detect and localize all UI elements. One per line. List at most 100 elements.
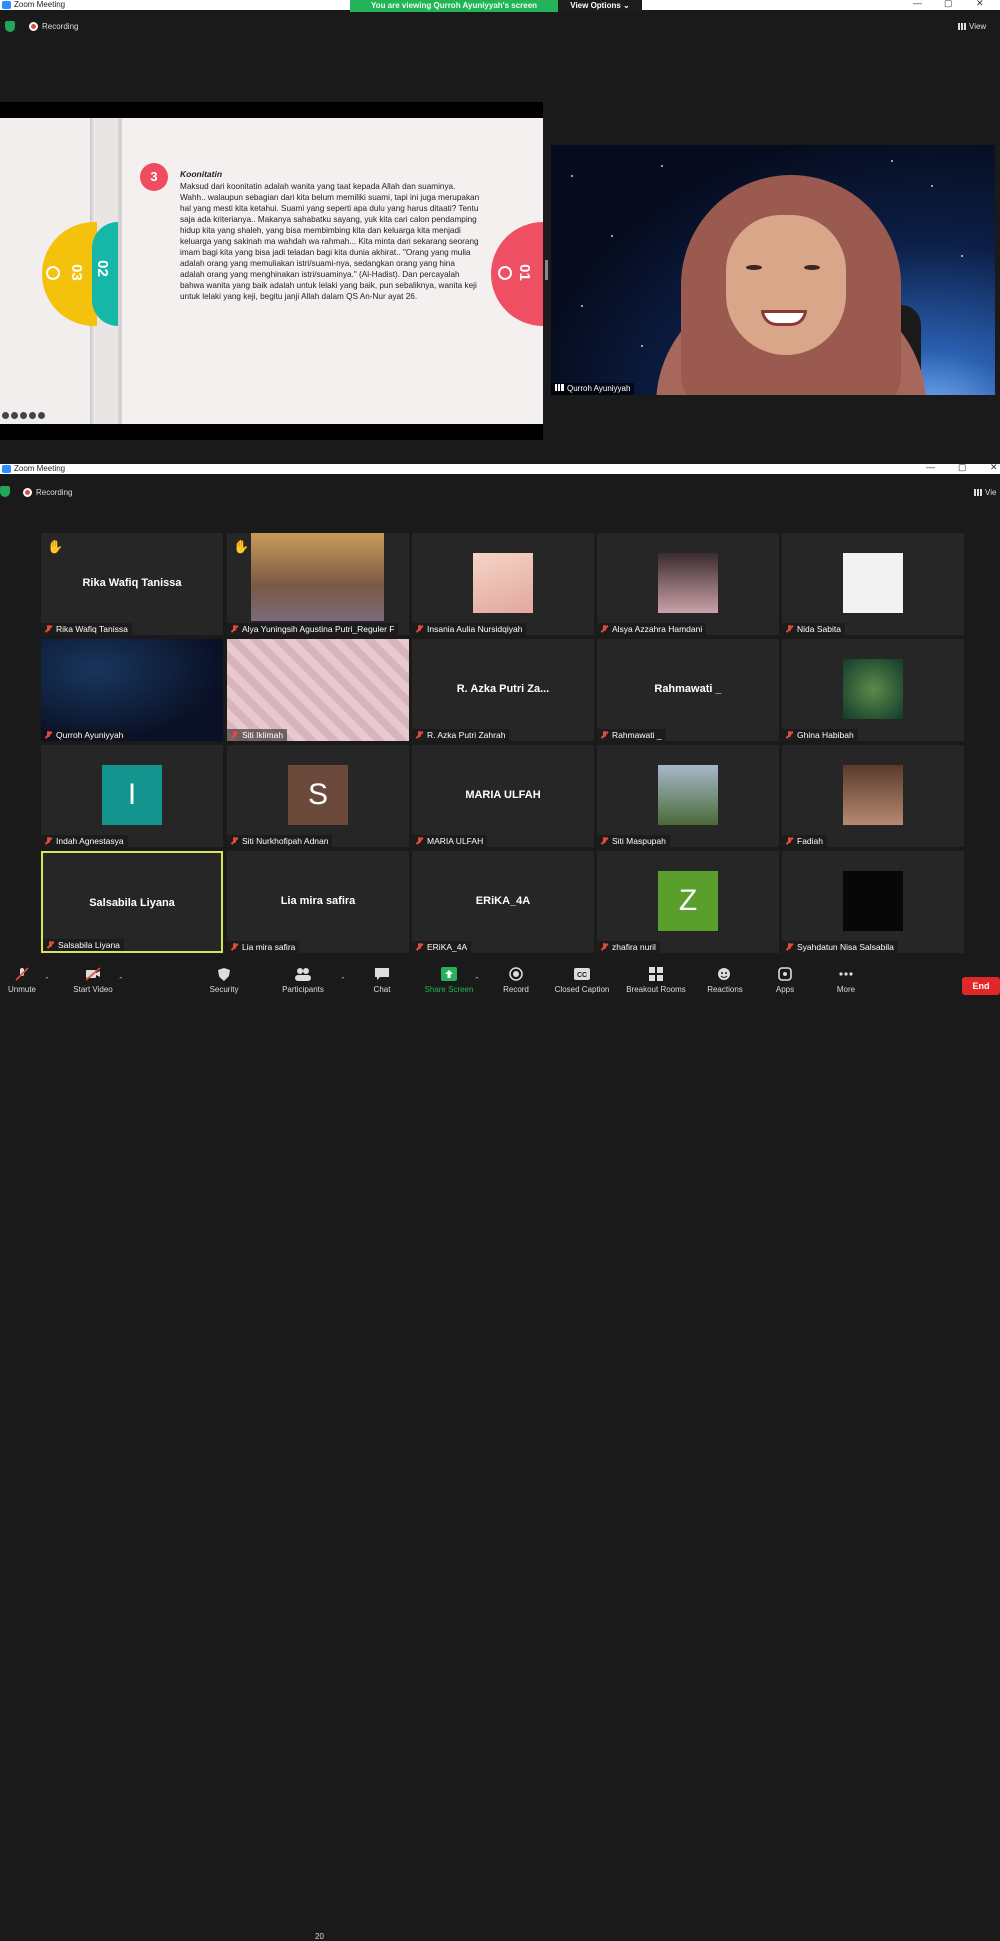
participant-tile[interactable]: Syahdatun Nisa Salsabila [782, 851, 964, 953]
participant-tile[interactable]: Rahmawati _ Rahmawati _ [597, 639, 779, 741]
avatar-initial: Z [658, 871, 718, 931]
slide-nav-controls[interactable] [2, 412, 47, 421]
chevron-up-icon[interactable]: ⌃ [44, 976, 50, 984]
grid-view-icon [958, 23, 966, 30]
end-meeting-button[interactable]: End [962, 977, 1000, 995]
breakout-rooms-label: Breakout Rooms [626, 985, 686, 994]
participant-name: R. Azka Putri Zahrah [427, 730, 506, 740]
participant-display-name: Lia mira safira [280, 895, 356, 907]
record-button[interactable]: Record [481, 967, 551, 994]
prev-arrow-icon[interactable] [2, 412, 9, 419]
participant-tile[interactable]: S Siti Nurkhofipah Adnan [227, 745, 409, 847]
security-shield-icon[interactable] [5, 21, 15, 32]
participant-video [658, 553, 718, 613]
chevron-up-icon[interactable]: ⌃ [340, 976, 346, 984]
apps-label: Apps [775, 985, 795, 994]
security-button[interactable]: Security [189, 967, 259, 994]
split-divider-handle[interactable] [545, 260, 548, 280]
minimize-icon[interactable]: — [913, 0, 922, 8]
participant-tile[interactable]: I Indah Agnestasya [41, 745, 223, 847]
participant-tile[interactable]: ✋ Alya Yuningsih Agustina Putri_Reguler F [227, 533, 409, 635]
recording-label[interactable]: Recording [36, 488, 72, 497]
participant-tile[interactable]: Insania Aulia Nursidqiyah [412, 533, 594, 635]
breakout-rooms-button[interactable]: Breakout Rooms [621, 967, 691, 994]
meeting-toolbar: Unmute ⌃ Start Video ⌃ Security Particip… [0, 960, 1000, 1941]
minimize-icon[interactable]: — [926, 462, 935, 472]
participant-tile[interactable]: Alsya Azzahra Hamdani [597, 533, 779, 635]
mic-muted-icon [786, 943, 793, 951]
participants-button[interactable]: Participants [268, 967, 338, 994]
participant-tile[interactable]: ERiKA_4A ERiKA_4A [412, 851, 594, 953]
participant-tile[interactable]: MARIA ULFAH MARIA ULFAH [412, 745, 594, 847]
closed-caption-button[interactable]: CC Closed Caption [547, 967, 617, 994]
mic-muted-icon [416, 731, 423, 739]
participant-display-name: Rika Wafiq Tanissa [82, 577, 182, 589]
participant-display-name: ERiKA_4A [475, 895, 531, 907]
view-button[interactable]: View [958, 22, 986, 31]
maximize-icon[interactable]: ▢ [958, 462, 967, 472]
speaker-video[interactable]: Qurroh Ayuniyyah [551, 145, 995, 395]
maximize-icon[interactable]: ▢ [944, 0, 953, 8]
raised-hand-icon: ✋ [233, 539, 250, 554]
participant-tile[interactable]: Lia mira safira Lia mira safira [227, 851, 409, 953]
close-icon[interactable]: ✕ [976, 0, 984, 8]
participant-name: Rika Wafiq Tanissa [56, 624, 128, 634]
grid-icon[interactable] [20, 412, 27, 419]
participant-name: Fadiah [797, 836, 823, 846]
mic-muted-icon [601, 731, 608, 739]
mic-muted-icon [786, 837, 793, 845]
closed-caption-label: Closed Caption [554, 985, 610, 994]
download-icon[interactable] [11, 412, 18, 419]
mic-muted-icon [416, 943, 423, 951]
participant-tile[interactable]: Fadiah [782, 745, 964, 847]
mic-muted-icon [416, 837, 423, 845]
tab-label-01: 01 [515, 264, 533, 281]
participants-label: Participants [282, 985, 324, 994]
participant-name-label: Ghina Habibah [782, 729, 858, 741]
participant-tile[interactable]: Zzhafira nuril [597, 851, 779, 953]
participant-tile[interactable]: Qurroh Ayuniyyah [41, 639, 223, 741]
chevron-up-icon[interactable]: ⌃ [118, 976, 124, 984]
shield-icon [218, 968, 230, 981]
speaker-name: Qurroh Ayuniyyah [567, 384, 631, 393]
recording-label[interactable]: Recording [42, 22, 78, 31]
view-options-button[interactable]: View Options ⌄ [558, 0, 642, 12]
security-shield-icon[interactable] [0, 486, 10, 497]
next-arrow-icon[interactable] [38, 412, 45, 419]
speaker-name-label: Qurroh Ayuniyyah [551, 383, 635, 395]
close-icon[interactable]: ✕ [990, 462, 998, 472]
participant-tile[interactable]: Ghina Habibah [782, 639, 964, 741]
record-label: Record [503, 985, 529, 994]
zoom-logo-icon [2, 465, 11, 473]
mic-muted-icon [786, 731, 793, 739]
participant-name-label: Fadiah [782, 835, 827, 847]
tab-label-02: 02 [93, 260, 111, 277]
participant-tile[interactable]: Siti Iklimah [227, 639, 409, 741]
participant-tile[interactable]: Nida Sabita [782, 533, 964, 635]
zoom-icon[interactable] [29, 412, 36, 419]
participant-name: Siti Nurkhofipah Adnan [242, 836, 329, 846]
participant-tile[interactable]: R. Azka Putri Za... R. Azka Putri Zahrah [412, 639, 594, 741]
cc-icon: CC [574, 968, 590, 980]
more-button[interactable]: More [811, 967, 881, 994]
breakout-rooms-icon [649, 967, 663, 981]
start-video-label: Start Video [73, 985, 113, 994]
participant-tile[interactable]: Siti Maspupah [597, 745, 779, 847]
eye-shape [804, 265, 820, 270]
chat-button[interactable]: Chat [347, 967, 417, 994]
participant-name: Syahdatun Nisa Salsabila [797, 942, 894, 952]
more-label: More [836, 985, 856, 994]
view-button[interactable]: Vie [974, 488, 996, 497]
apps-button[interactable]: Apps [750, 967, 820, 994]
share-screen-label: Share Screen [424, 985, 474, 994]
video-off-icon [85, 967, 101, 981]
unmute-label: Unmute [7, 985, 36, 994]
participant-tile[interactable]: Rika Wafiq Tanissa ✋ Rika Wafiq Tanissa [41, 533, 223, 635]
participant-video [658, 765, 718, 825]
participant-name-label: Rahmawati _ [597, 729, 666, 741]
mic-muted-icon [45, 731, 52, 739]
participant-video [843, 765, 903, 825]
chevron-up-icon[interactable]: ⌃ [474, 976, 480, 984]
participant-tile[interactable]: Salsabila Liyana Salsabila Liyana [41, 851, 223, 953]
participant-name: Siti Maspupah [612, 836, 666, 846]
